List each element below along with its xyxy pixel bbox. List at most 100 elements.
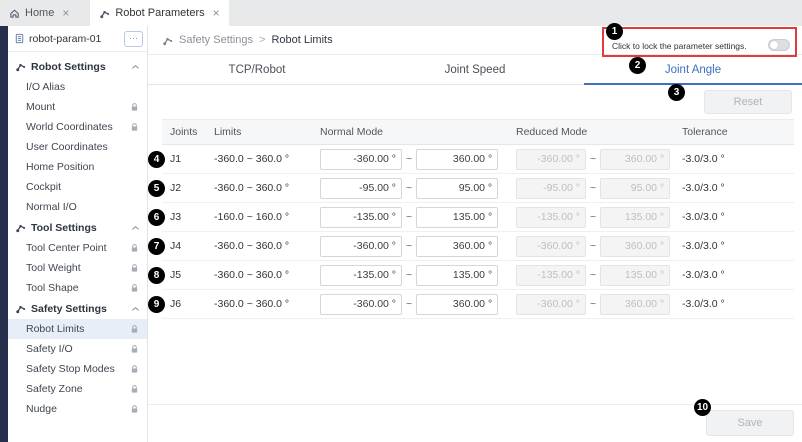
j1-normal-min-input[interactable] <box>320 149 402 170</box>
j1-normal-max-input[interactable] <box>416 149 498 170</box>
sidebar-item-cockpit[interactable]: Cockpit <box>8 177 147 197</box>
tab-joint-speed[interactable]: Joint Speed <box>366 55 584 84</box>
joint-tolerance: -3.0/3.0 ° <box>682 240 794 252</box>
j5-normal-max-input[interactable] <box>416 265 498 286</box>
annotation-3: 3 <box>668 84 685 101</box>
save-button[interactable]: Save <box>706 410 794 436</box>
sidebar-item-tool-center-point[interactable]: Tool Center Point <box>8 238 147 258</box>
lock-toggle[interactable] <box>768 39 790 51</box>
annotation-7: 7 <box>148 238 165 255</box>
sidebar-item-label: Mount <box>26 101 55 113</box>
tab-home-label: Home <box>25 7 54 19</box>
joint-limits: -160.0 ~ 160.0 ° <box>214 211 320 223</box>
table-header-row: Joints Limits Normal Mode Reduced Mode T… <box>162 119 794 145</box>
j2-reduced-min-input <box>516 178 586 199</box>
joint-limits: -360.0 ~ 360.0 ° <box>214 240 320 252</box>
robot-arm-icon <box>15 303 26 314</box>
j2-normal-min-input[interactable] <box>320 178 402 199</box>
annotation-4: 4 <box>148 151 165 168</box>
annotation-6: 6 <box>148 209 165 226</box>
joint-limits: -360.0 ~ 360.0 ° <box>214 269 320 281</box>
lock-icon <box>130 344 139 354</box>
header-limits: Limits <box>214 126 320 138</box>
normal-mode-cell: ~ <box>320 236 516 257</box>
sidebar-item-user-coordinates[interactable]: User Coordinates <box>8 137 147 157</box>
j5-normal-min-input[interactable] <box>320 265 402 286</box>
j6-normal-max-input[interactable] <box>416 294 498 315</box>
sidebar-item-tool-shape[interactable]: Tool Shape <box>8 278 147 298</box>
sidebar-section-robot-settings[interactable]: Robot Settings <box>8 56 147 77</box>
lock-icon <box>130 122 139 132</box>
sidebar-section-tool-settings[interactable]: Tool Settings <box>8 217 147 238</box>
close-icon[interactable]: × <box>62 6 69 20</box>
tab-joint-angle[interactable]: Joint Angle <box>584 55 802 84</box>
table-row: J3 -160.0 ~ 160.0 ° ~ ~ -3.0/3.0 ° <box>162 203 794 232</box>
sidebar-item-io-alias[interactable]: I/O Alias <box>8 77 147 97</box>
normal-mode-cell: ~ <box>320 294 516 315</box>
j3-normal-min-input[interactable] <box>320 207 402 228</box>
header-joints: Joints <box>162 126 214 138</box>
sidebar-header: robot-param-01 ··· <box>8 26 147 52</box>
tab-home[interactable]: Home × <box>0 0 78 26</box>
joint-tolerance: -3.0/3.0 ° <box>682 298 794 310</box>
sidebar-section-safety-settings[interactable]: Safety Settings <box>8 298 147 319</box>
chevron-up-icon <box>131 225 140 231</box>
range-separator: ~ <box>406 182 412 194</box>
j6-normal-min-input[interactable] <box>320 294 402 315</box>
sidebar-item-nudge[interactable]: Nudge <box>8 399 147 419</box>
tab-tcp-robot[interactable]: TCP/Robot <box>148 55 366 84</box>
annotation-9: 9 <box>148 296 165 313</box>
lock-settings-notice: Click to lock the parameter settings. <box>602 27 797 57</box>
sidebar-item-safety-zone[interactable]: Safety Zone <box>8 379 147 399</box>
lock-icon <box>130 404 139 414</box>
annotation-10: 10 <box>694 399 711 416</box>
reduced-mode-cell: ~ <box>516 207 682 228</box>
normal-mode-cell: ~ <box>320 207 516 228</box>
sidebar-item-label: Normal I/O <box>26 201 77 213</box>
sidebar-more-button[interactable]: ··· <box>124 31 143 47</box>
joint-tolerance: -3.0/3.0 ° <box>682 182 794 194</box>
table-row: J4 -360.0 ~ 360.0 ° ~ ~ -3.0/3.0 ° <box>162 232 794 261</box>
j4-reduced-min-input <box>516 236 586 257</box>
range-separator: ~ <box>406 298 412 310</box>
sidebar-item-tool-weight[interactable]: Tool Weight <box>8 258 147 278</box>
sidebar-item-safety-stop-modes[interactable]: Safety Stop Modes <box>8 359 147 379</box>
range-separator: ~ <box>406 240 412 252</box>
range-separator: ~ <box>406 211 412 223</box>
normal-mode-cell: ~ <box>320 265 516 286</box>
j4-normal-min-input[interactable] <box>320 236 402 257</box>
j2-normal-max-input[interactable] <box>416 178 498 199</box>
sidebar-item-mount[interactable]: Mount <box>8 97 147 117</box>
annotation-8: 8 <box>148 267 165 284</box>
range-separator: ~ <box>590 182 596 194</box>
sidebar-section-label: Safety Settings <box>31 303 107 315</box>
lock-icon <box>130 102 139 112</box>
sidebar-item-home-position[interactable]: Home Position <box>8 157 147 177</box>
lock-notice-text: Click to lock the parameter settings. <box>612 41 747 51</box>
robot-arm-icon <box>15 222 26 233</box>
joint-tolerance: -3.0/3.0 ° <box>682 269 794 281</box>
sidebar-item-robot-limits[interactable]: Robot Limits <box>8 319 147 339</box>
home-icon <box>9 8 20 19</box>
j4-normal-max-input[interactable] <box>416 236 498 257</box>
j5-reduced-min-input <box>516 265 586 286</box>
joint-label: J6 <box>162 298 214 310</box>
j3-normal-max-input[interactable] <box>416 207 498 228</box>
annotation-5: 5 <box>148 180 165 197</box>
sidebar-item-safety-io[interactable]: Safety I/O <box>8 339 147 359</box>
j6-reduced-min-input <box>516 294 586 315</box>
j1-reduced-max-input <box>600 149 670 170</box>
j4-reduced-max-input <box>600 236 670 257</box>
close-icon[interactable]: × <box>213 6 220 20</box>
tab-robot-parameters[interactable]: Robot Parameters × <box>90 0 228 26</box>
joint-limits: -360.0 ~ 360.0 ° <box>214 298 320 310</box>
reduced-mode-cell: ~ <box>516 236 682 257</box>
range-separator: ~ <box>590 298 596 310</box>
sidebar-item-label: Robot Limits <box>26 323 84 335</box>
sidebar-item-world-coordinates[interactable]: World Coordinates <box>8 117 147 137</box>
sidebar-item-normal-io[interactable]: Normal I/O <box>8 197 147 217</box>
toggle-knob <box>770 41 778 49</box>
sidebar-item-label: Safety I/O <box>26 343 73 355</box>
joint-label: J1 <box>162 153 214 165</box>
reset-button[interactable]: Reset <box>704 90 792 114</box>
